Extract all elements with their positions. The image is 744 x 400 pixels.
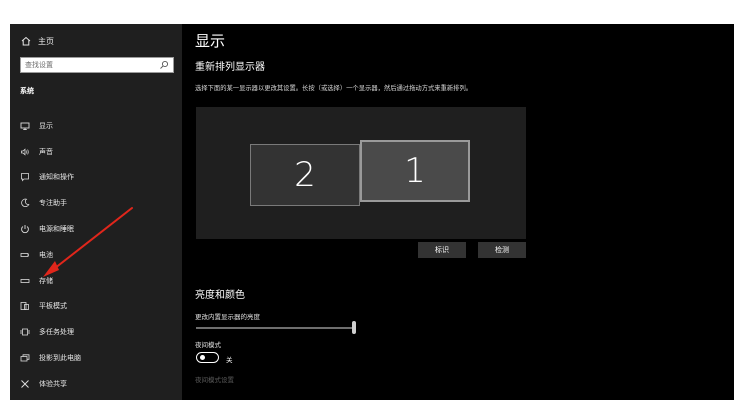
multitask-icon xyxy=(19,326,31,338)
notification-icon xyxy=(19,171,31,183)
night-mode-label: 夜间模式 xyxy=(195,341,221,349)
rearrange-heading: 重新排列显示器 xyxy=(195,62,265,73)
page-title: 显示 xyxy=(195,32,226,50)
sidebar-item-tablet-mode[interactable]: 平板模式 xyxy=(10,294,182,320)
section-label-system: 系统 xyxy=(20,87,34,95)
tablet-icon xyxy=(19,300,31,312)
night-mode-toggle[interactable] xyxy=(196,352,219,363)
sidebar-item-battery[interactable]: 电池 xyxy=(10,242,182,268)
home-link[interactable]: 主页 xyxy=(20,34,54,48)
sidebar-item-display[interactable]: 显示 xyxy=(10,113,182,139)
sidebar-item-power-sleep[interactable]: 电源和睡眠 xyxy=(10,216,182,242)
detect-button[interactable]: 检测 xyxy=(478,242,526,258)
search-icon[interactable] xyxy=(159,60,169,70)
brightness-slider-track[interactable] xyxy=(196,327,352,329)
night-mode-state: 关 xyxy=(226,356,233,364)
sidebar-item-label: 平板模式 xyxy=(39,302,67,311)
project-icon xyxy=(19,352,31,364)
sidebar-item-shared-experiences[interactable]: 体验共享 xyxy=(10,371,182,397)
sidebar-item-storage[interactable]: 存储 xyxy=(10,267,182,294)
sidebar-item-label: 声音 xyxy=(39,147,53,156)
toggle-knob xyxy=(200,355,205,360)
identify-button[interactable]: 标识 xyxy=(418,242,466,258)
rearrange-description: 选择下面的某一显示器以更改其设置。长按（或选择）一个显示器，然后通过拖动方式来重… xyxy=(195,85,473,92)
power-icon xyxy=(19,223,31,235)
sidebar-item-label: 电源和睡眠 xyxy=(39,225,74,234)
search-box[interactable] xyxy=(20,57,174,73)
sidebar-item-label: 专注助手 xyxy=(39,199,67,208)
sidebar-item-notifications[interactable]: 通知和操作 xyxy=(10,165,182,191)
sidebar-item-multitasking[interactable]: 多任务处理 xyxy=(10,319,182,345)
sidebar-item-label: 投影到此电脑 xyxy=(39,354,81,363)
sidebar-item-project-to-pc[interactable]: 投影到此电脑 xyxy=(10,345,182,371)
sidebar: 主页 系统 显示 声音 xyxy=(10,24,182,400)
monitor-2-tile[interactable]: 2 xyxy=(250,144,360,206)
battery-icon xyxy=(19,249,31,261)
brightness-slider-thumb[interactable] xyxy=(352,321,356,334)
monitor-1-tile[interactable]: 1 xyxy=(360,140,470,202)
storage-icon xyxy=(19,275,31,287)
main-content: 显示 重新排列显示器 选择下面的某一显示器以更改其设置。长按（或选择）一个显示器… xyxy=(182,24,734,400)
home-icon xyxy=(20,36,32,46)
sidebar-item-label: 多任务处理 xyxy=(39,328,74,337)
sidebar-item-label: 存储 xyxy=(39,276,53,285)
sidebar-nav: 显示 声音 通知和操作 专注助手 电源和睡眠 电池 存储 平板模式 多任务处理 … xyxy=(10,113,182,397)
sidebar-item-label: 电池 xyxy=(39,250,53,259)
share-icon xyxy=(19,378,31,390)
speaker-icon xyxy=(19,146,31,158)
monitor-icon xyxy=(19,120,31,132)
monitor-arrangement-canvas[interactable]: 2 1 xyxy=(196,107,526,239)
night-mode-settings-link[interactable]: 夜间模式设置 xyxy=(195,374,234,384)
home-label: 主页 xyxy=(38,36,54,46)
brightness-label: 更改内置显示器的亮度 xyxy=(195,313,260,321)
moon-icon xyxy=(19,197,31,209)
sidebar-item-sound[interactable]: 声音 xyxy=(10,139,182,165)
settings-window: 主页 系统 显示 声音 xyxy=(10,24,734,400)
sidebar-item-label: 显示 xyxy=(39,121,53,130)
sidebar-item-label: 通知和操作 xyxy=(39,173,74,182)
brightness-color-heading: 亮度和颜色 xyxy=(195,290,245,301)
search-input[interactable] xyxy=(25,61,159,69)
sidebar-item-label: 体验共享 xyxy=(39,379,67,388)
sidebar-item-focus-assist[interactable]: 专注助手 xyxy=(10,190,182,216)
